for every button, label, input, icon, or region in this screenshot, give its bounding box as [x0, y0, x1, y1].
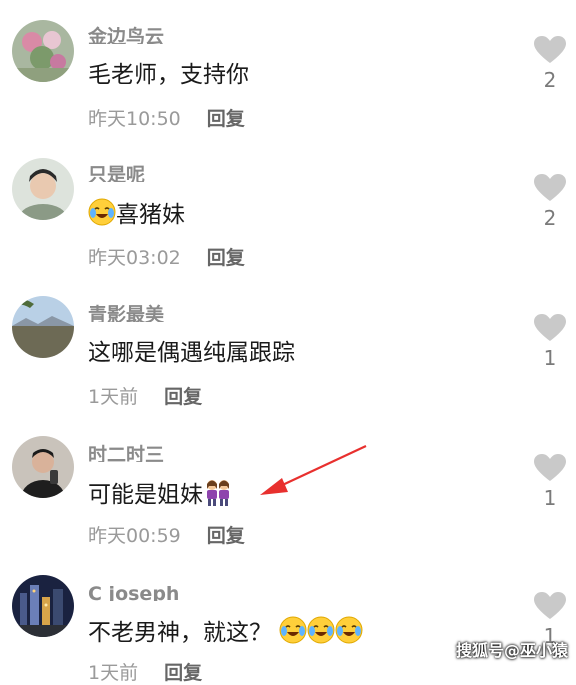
avatar[interactable]: [12, 575, 74, 637]
heart-icon: [534, 454, 566, 481]
comment-text: 这哪是偶遇纯属跟踪: [88, 340, 295, 366]
heart-icon: [534, 592, 566, 619]
comment-text: 毛老师，支持你: [88, 62, 249, 88]
heart-icon: [534, 314, 566, 341]
username[interactable]: 青影最美: [88, 302, 164, 322]
avatar[interactable]: [12, 20, 74, 82]
avatar[interactable]: [12, 436, 74, 498]
heart-icon: [534, 36, 566, 63]
reply-button[interactable]: 回复: [164, 386, 202, 408]
username[interactable]: C joseph: [88, 581, 179, 601]
two-women-emoji: [203, 478, 233, 514]
like-count: 2: [543, 206, 557, 230]
comment-time: 昨天10:50: [88, 108, 181, 130]
like-count: 2: [543, 68, 557, 92]
comment-time: 昨天00:59: [88, 525, 181, 547]
comment-meta: 1天前 回复: [88, 658, 202, 685]
username[interactable]: 只是呢: [88, 162, 145, 182]
avatar[interactable]: [12, 158, 74, 220]
crying-laughing-emoji: [335, 616, 363, 652]
comment-time: 昨天03:02: [88, 247, 181, 269]
reply-button[interactable]: 回复: [207, 247, 245, 269]
like-button[interactable]: 2: [532, 36, 568, 92]
comment-time: 1天前: [88, 662, 139, 684]
comment-meta: 昨天00:59 回复: [88, 521, 245, 548]
like-count: 1: [543, 346, 557, 370]
comment-text: 可能是姐妹: [88, 478, 233, 514]
like-count: 1: [543, 486, 557, 510]
username[interactable]: 金边鸟云: [88, 24, 164, 44]
like-button[interactable]: 2: [532, 174, 568, 230]
comment-text: 喜猪妹: [88, 198, 185, 234]
watermark: 搜狐号@巫小猿: [455, 641, 568, 660]
crying-laughing-emoji: [88, 198, 116, 234]
reply-button[interactable]: 回复: [207, 525, 245, 547]
username[interactable]: 时二时三: [88, 442, 164, 462]
like-button[interactable]: 1: [532, 454, 568, 510]
comment-text-body: 喜猪妹: [116, 202, 185, 228]
reply-button[interactable]: 回复: [164, 662, 202, 684]
heart-icon: [534, 174, 566, 201]
comment-text-body: 不老男神，就这？: [88, 620, 272, 646]
comment-meta: 昨天10:50 回复: [88, 104, 245, 131]
crying-laughing-emoji: [279, 616, 307, 652]
avatar[interactable]: [12, 296, 74, 358]
annotation-arrow: [260, 445, 367, 495]
like-button[interactable]: 1: [532, 314, 568, 370]
reply-button[interactable]: 回复: [207, 108, 245, 130]
comment-text: 不老男神，就这？: [88, 616, 363, 652]
comment-meta: 1天前 回复: [88, 382, 202, 409]
comment-text-body: 可能是姐妹: [88, 482, 203, 508]
comment-time: 1天前: [88, 386, 139, 408]
comment-meta: 昨天03:02 回复: [88, 243, 245, 270]
crying-laughing-emoji: [307, 616, 335, 652]
